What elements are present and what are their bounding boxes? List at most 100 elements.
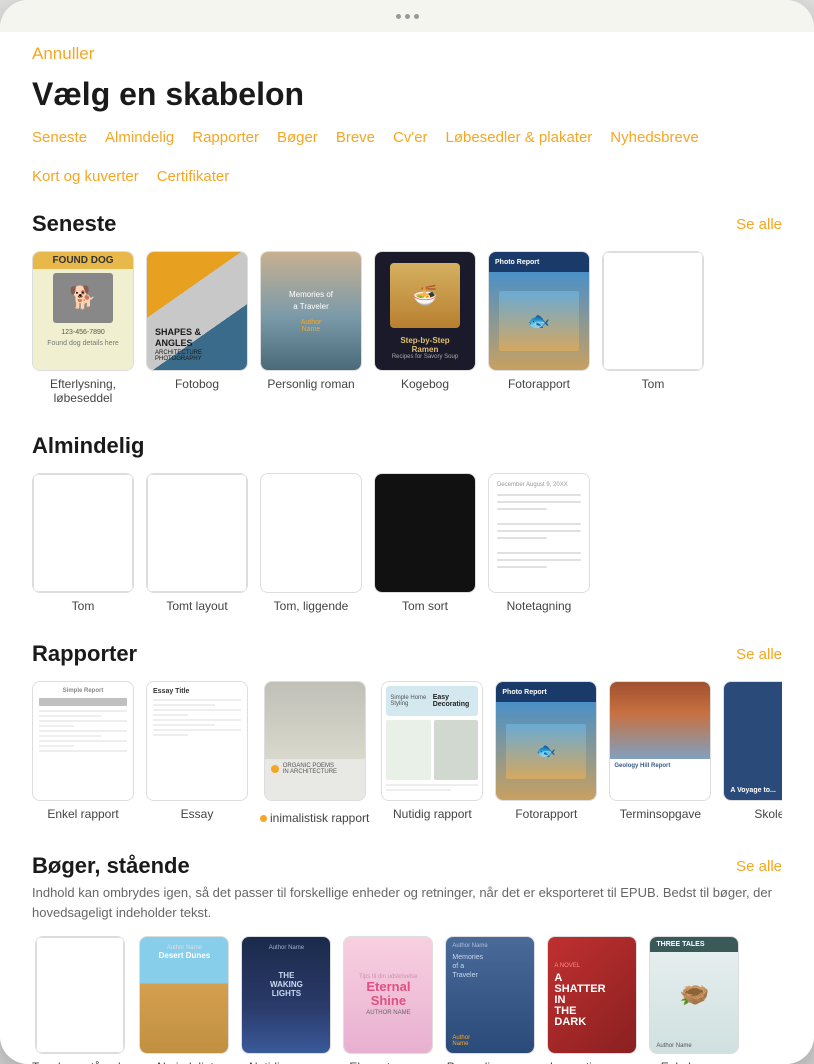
template-thumb-waking: Author Name THEWAKINGLIGHTS [241,936,331,1054]
plain-label-4: Notetagning [507,599,572,613]
shatter-label: A NOVEL [554,963,630,969]
template-tom-plain[interactable]: Tom [32,473,134,613]
rep-line-5 [39,730,127,732]
nutidig-header: Simple Home StylingEasy Decorating [386,686,478,716]
reports-title: Rapporter [32,641,137,667]
template-tom-sort[interactable]: Tom sort [374,473,476,613]
template-essay[interactable]: Essay Title Essay [146,681,248,825]
minimalist-image-area [265,682,365,759]
template-notetagning[interactable]: December August 9, 20XX [488,473,590,613]
reports-see-all[interactable]: Se alle [736,646,782,663]
cancel-button[interactable]: Annuller [32,32,782,72]
voyage-title: A Voyage to... [730,787,782,794]
template-thumb-minimalistisk: ORGANIC POEMSIN ARCHITECTURE [264,681,366,801]
essay-line-1 [153,699,241,701]
nutidig-img-right [434,720,479,780]
plain-label-1: Tomt layout [166,599,227,613]
three-tales-author: Author Name [650,1039,738,1053]
template-nutidig-rapport[interactable]: Simple Home StylingEasy Decorating Nutid… [381,681,483,825]
rep-line-9 [39,750,127,752]
report-label-2: inimalistisk rapport [270,811,369,825]
three-tales-header: THREE TALES [650,937,738,952]
template-skolerapport[interactable]: A Voyage to... Skole... [723,681,782,825]
report-label-6: Skole... [754,807,782,821]
found-dog-visual: FOUND DOG 🐕 123-456-7890 Found dog detai… [33,252,133,370]
minimalist-text: ORGANIC POEMSIN ARCHITECTURE [283,763,337,775]
template-innovativ-roman[interactable]: A NOVEL ASHATTERINTHEDARK Innovativ roma… [547,936,637,1064]
voyage-visual: A Voyage to... [724,682,782,800]
rep-line-4 [39,725,74,727]
template-elegant-roman[interactable]: Tips til din udskrivelse EternalShine AU… [343,936,433,1064]
essay-line-6 [153,724,215,726]
fish-icon: 🐟 [506,724,586,779]
shapes-angles-visual: SHAPES &ANGLES ARCHITECTURE PHOTOGRAPHY [147,252,247,370]
book-empty-visual [36,937,124,1053]
template-personlig-roman[interactable]: Memories ofa Traveler Author Name Person… [260,251,362,405]
rep-line-6 [39,735,101,737]
plain-section: Almindelig Tom Tomt layout [32,433,782,613]
books-label-0: Tom bog, stående [32,1060,127,1064]
template-enkel-roman[interactable]: THREE TALES 🪹 Author Name Enkel roman [649,936,739,1064]
books-standing-see-all[interactable]: Se alle [736,858,782,875]
template-minimalistisk[interactable]: ORGANIC POEMSIN ARCHITECTURE inimalistis… [260,681,369,825]
note-line-6 [497,537,547,539]
books-standing-title: Bøger, stående [32,853,190,879]
cookbook-title-text: Step-by-StepRamen [394,336,455,354]
three-tales-visual: THREE TALES 🪹 Author Name [650,937,738,1053]
nav-tab-nyhedsbreve[interactable]: Nyhedsbreve [610,127,698,148]
plain-label-3: Tom sort [402,599,448,613]
template-personlig-roman-book[interactable]: Author Name Memoriesof aTraveler AuthorN… [445,936,535,1064]
template-tom-recent[interactable]: Tom [602,251,704,405]
nav-tab-certifikater[interactable]: Certifikater [157,166,230,187]
template-tom-bog-staende[interactable]: Tom bog, stående [32,936,127,1064]
rep-line-2 [39,715,101,717]
template-nutidig-roman[interactable]: Author Name THEWAKINGLIGHTS Nutidig roma… [241,936,331,1064]
template-fotobog[interactable]: SHAPES &ANGLES ARCHITECTURE PHOTOGRAPHY … [146,251,248,405]
nav-tab-seneste[interactable]: Seneste [32,127,87,148]
template-almindeligt-bog[interactable]: Author Name Desert Dunes Almindeligt [139,936,229,1064]
page-title: Vælg en skabelon [32,76,782,113]
nav-tab-almindelig[interactable]: Almindelig [105,127,174,148]
nav-tab-lobesedler[interactable]: Løbesedler & plakater [446,127,593,148]
template-efterlysning[interactable]: FOUND DOG 🐕 123-456-7890 Found dog detai… [32,251,134,405]
template-kogebog[interactable]: 🍜 Step-by-StepRamen Recipes for Savory S… [374,251,476,405]
desert-visual: Author Name Desert Dunes [140,937,228,1053]
template-tomt-layout[interactable]: Tomt layout [146,473,248,613]
books-standing-subtitle: Indhold kan ombrydes igen, så det passer… [32,883,782,922]
nav-tab-cver[interactable]: Cv'er [393,127,428,148]
shatter-title: ASHATTERINTHEDARK [554,973,630,1028]
reports-templates-row: Simple Report En [32,681,782,825]
template-fotorapport-reports[interactable]: Photo Report 🐟 Fotorapport [495,681,597,825]
nav-tab-kort[interactable]: Kort og kuverter [32,166,139,187]
simple-report-visual: Simple Report [33,682,133,800]
note-line-8 [497,559,581,561]
template-tom-liggende[interactable]: Tom, liggende [260,473,362,613]
template-fotorapport-recent[interactable]: Photo Report 🐟 Fotorapport [488,251,590,405]
template-enkel-rapport[interactable]: Simple Report En [32,681,134,825]
template-thumb-desert: Author Name Desert Dunes [139,936,229,1054]
books-standing-section: Bøger, stående Se alle Indhold kan ombry… [32,853,782,1064]
photo-report-img-r: 🐟 [496,702,596,800]
three-tales-image: 🪹 [650,952,738,1039]
template-terminsopgave[interactable]: Geology Hill Report Terminsopgave [609,681,711,825]
recent-see-all[interactable]: Se alle [736,216,782,233]
plain-title: Almindelig [32,433,144,459]
note-line-9 [497,566,547,568]
report-label-0: Enkel rapport [47,807,118,821]
report-label-4: Fotorapport [515,807,577,821]
status-dots [396,14,419,19]
template-thumb-tom-liggende [260,473,362,593]
template-thumb-tom-sort [374,473,476,593]
nav-tab-breve[interactable]: Breve [336,127,375,148]
books-label-3: Elegant roman [349,1060,427,1064]
dot-1 [396,14,401,19]
personal-novel-author-name: Name [302,326,321,333]
photo-report-image: 🐟 [489,272,589,370]
template-thumb-fotobog: SHAPES &ANGLES ARCHITECTURE PHOTOGRAPHY [146,251,248,371]
recent-label-5: Tom [642,377,665,391]
nav-tab-rapporter[interactable]: Rapporter [192,127,259,148]
recent-label-2: Personlig roman [267,377,354,391]
waking-visual: Author Name THEWAKINGLIGHTS [242,937,330,1053]
note-line-1 [497,494,581,496]
nav-tab-boger[interactable]: Bøger [277,127,318,148]
